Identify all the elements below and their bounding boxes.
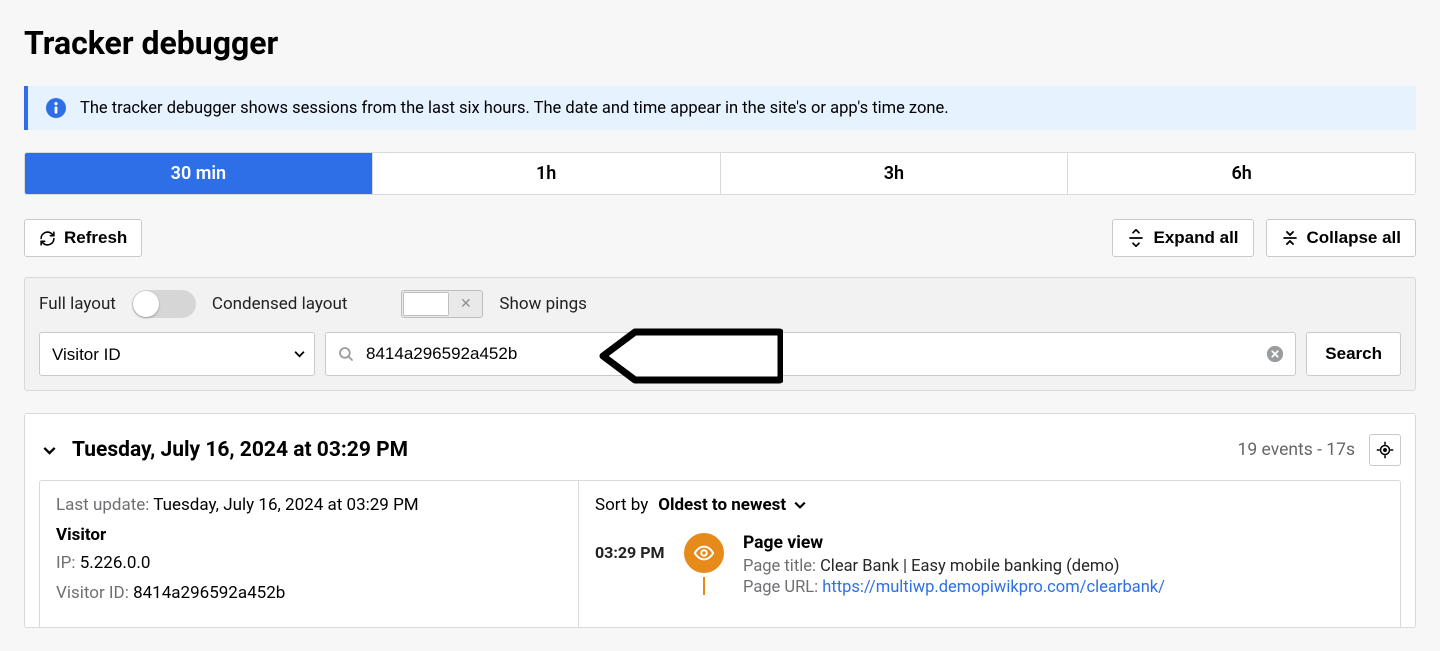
search-field-select[interactable]: Visitor ID	[39, 332, 315, 376]
search-button[interactable]: Search	[1306, 332, 1401, 376]
session-details-panel: Last update: Tuesday, July 16, 2024 at 0…	[39, 480, 579, 627]
last-update-line: Last update: Tuesday, July 16, 2024 at 0…	[56, 495, 562, 515]
session-card: Tuesday, July 16, 2024 at 03:29 PM 19 ev…	[24, 413, 1416, 628]
filter-panel: Full layout Condensed layout ✕ Show ping…	[24, 277, 1416, 391]
visitor-id-label: Visitor ID:	[56, 583, 133, 603]
expand-icon	[1127, 229, 1145, 247]
event-page-url-line: Page URL: https://multiwp.demopiwikpro.c…	[743, 578, 1384, 597]
target-icon	[1376, 441, 1394, 459]
actions-row: Refresh Expand all Collapse all	[24, 219, 1416, 257]
collapse-icon	[1281, 229, 1299, 247]
condensed-layout-label: Condensed layout	[212, 294, 348, 314]
session-header: Tuesday, July 16, 2024 at 03:29 PM 19 ev…	[39, 434, 1401, 466]
event-page-url-label: Page URL:	[743, 578, 822, 597]
timerange-tab-1h[interactable]: 1h	[373, 153, 721, 194]
refresh-icon	[39, 230, 56, 247]
layout-toggle-thumb	[133, 291, 159, 317]
session-collapse-toggle[interactable]	[43, 444, 56, 457]
event-title: Page view	[743, 533, 1384, 553]
session-events-panel: Sort by Oldest to newest 03:29 PM	[579, 480, 1401, 627]
layout-toggle[interactable]	[132, 290, 196, 318]
page-view-icon	[684, 533, 724, 573]
search-button-label: Search	[1325, 344, 1382, 364]
clear-search-icon[interactable]	[1266, 345, 1284, 363]
info-icon	[46, 98, 66, 118]
info-banner-text: The tracker debugger shows sessions from…	[80, 99, 949, 118]
refresh-button[interactable]: Refresh	[24, 219, 142, 257]
full-layout-label: Full layout	[39, 294, 116, 314]
sort-by-label: Sort by	[595, 495, 648, 515]
info-banner: The tracker debugger shows sessions from…	[24, 86, 1416, 130]
search-input-wrap	[325, 332, 1296, 376]
search-field-select-wrap[interactable]: Visitor ID	[39, 332, 315, 376]
ip-label: IP:	[56, 553, 80, 573]
visitor-id-value: 8414a296592a452b	[133, 583, 285, 603]
refresh-label: Refresh	[64, 228, 127, 248]
sort-row: Sort by Oldest to newest	[595, 495, 1384, 515]
expand-all-button[interactable]: Expand all	[1112, 219, 1253, 257]
timerange-tabs: 30 min 1h 3h 6h	[24, 152, 1416, 195]
visitor-id-line: Visitor ID: 8414a296592a452b	[56, 583, 562, 603]
event-page-title-line: Page title: Clear Bank | Easy mobile ban…	[743, 557, 1384, 576]
timerange-tab-30min[interactable]: 30 min	[25, 153, 373, 194]
page-title: Tracker debugger	[24, 24, 1416, 62]
session-events-count: 19 events - 17s	[1238, 440, 1355, 460]
timeline-line	[703, 577, 705, 595]
expand-all-label: Expand all	[1153, 228, 1238, 248]
visitor-section-title: Visitor	[56, 525, 562, 545]
event-main: Page view Page title: Clear Bank | Easy …	[727, 533, 1384, 599]
sort-value: Oldest to newest	[658, 495, 786, 515]
event-row: 03:29 PM Page view Page title: Clear Ban…	[595, 533, 1384, 599]
collapse-all-button[interactable]: Collapse all	[1266, 219, 1416, 257]
search-row: Visitor ID Search	[39, 332, 1401, 376]
last-update-label: Last update:	[56, 495, 153, 515]
timerange-tab-6h[interactable]: 6h	[1068, 153, 1415, 194]
sort-select[interactable]: Oldest to newest	[658, 495, 806, 515]
timerange-tab-3h[interactable]: 3h	[721, 153, 1069, 194]
collapse-all-label: Collapse all	[1307, 228, 1401, 248]
last-update-value: Tuesday, July 16, 2024 at 03:29 PM	[153, 495, 418, 515]
ip-value: 5.226.0.0	[80, 553, 151, 573]
search-input[interactable]	[325, 332, 1296, 376]
show-pings-label: Show pings	[499, 294, 587, 314]
show-pings-thumb	[403, 292, 449, 316]
event-icon-column	[681, 533, 727, 595]
layout-row: Full layout Condensed layout ✕ Show ping…	[39, 290, 1401, 318]
session-body: Last update: Tuesday, July 16, 2024 at 0…	[39, 480, 1401, 627]
ip-line: IP: 5.226.0.0	[56, 553, 562, 573]
search-icon	[337, 345, 355, 363]
event-page-title-value: Clear Bank | Easy mobile banking (demo)	[820, 557, 1119, 576]
event-page-url-link[interactable]: https://multiwp.demopiwikpro.com/clearba…	[822, 578, 1165, 597]
chevron-down-icon	[794, 499, 806, 511]
session-heading: Tuesday, July 16, 2024 at 03:29 PM	[72, 438, 1238, 462]
event-time: 03:29 PM	[595, 533, 681, 562]
event-page-title-label: Page title:	[743, 557, 820, 576]
close-icon: ✕	[449, 296, 482, 312]
show-pings-toggle[interactable]: ✕	[401, 290, 483, 318]
session-focus-button[interactable]	[1369, 434, 1401, 466]
